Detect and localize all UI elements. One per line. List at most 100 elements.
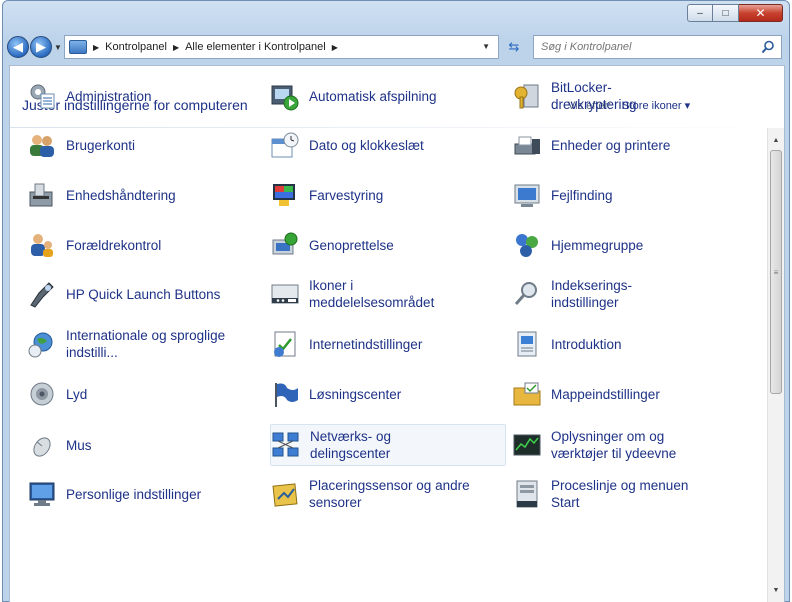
item-label: Enheder og printere <box>551 137 671 153</box>
control-panel-item-getting-started[interactable]: Introduktion <box>512 323 757 365</box>
breadcrumb-kontrolpanel[interactable]: Kontrolpanel <box>105 41 167 53</box>
control-panel-item-action-center[interactable]: Løsningscenter <box>270 373 506 415</box>
control-panel-item-color-management[interactable]: Farvestyring <box>270 174 506 216</box>
location-sensors-icon <box>270 479 300 509</box>
title-bar[interactable]: – □ ✕ <box>3 1 789 31</box>
control-panel-item-parental-controls[interactable]: Forældrekontrol <box>27 224 263 266</box>
devices-printers-icon <box>512 130 542 160</box>
control-panel-item-internet-options[interactable]: Internetindstillinger <box>270 323 506 365</box>
color-management-icon <box>270 180 300 210</box>
minimize-button[interactable]: – <box>687 4 713 22</box>
performance-tools-icon <box>512 430 542 460</box>
item-label: Introduktion <box>551 336 622 352</box>
item-label: Proceslinje og menuen Start <box>551 478 689 510</box>
region-language-icon <box>27 329 57 359</box>
maximize-button[interactable]: □ <box>713 4 739 22</box>
bitlocker-icon <box>512 81 542 111</box>
item-label: Internetindstillinger <box>309 336 423 352</box>
control-panel-icon <box>69 40 87 54</box>
navigation-bar: ◀ ▶ ▼ ▶ Kontrolpanel ▶ Alle elementer i … <box>3 33 789 61</box>
control-panel-item-taskbar-start[interactable]: Proceslinje og menuen Start <box>512 473 757 515</box>
control-panel-item-personalization[interactable]: Personlige indstillinger <box>27 473 263 515</box>
item-label: Indekserings- indstillinger <box>551 278 633 310</box>
address-bar[interactable]: ▶ Kontrolpanel ▶ Alle elementer i Kontro… <box>64 35 499 59</box>
breadcrumb-alle-elementer[interactable]: Alle elementer i Kontrolpanel <box>185 41 326 53</box>
control-panel-item-devices-printers[interactable]: Enheder og printere <box>512 124 757 166</box>
getting-started-icon <box>512 329 542 359</box>
item-label: HP Quick Launch Buttons <box>66 286 221 302</box>
control-panel-item-indexing-options[interactable]: Indekserings- indstillinger <box>512 273 757 315</box>
notification-icons-icon <box>270 279 300 309</box>
scroll-down-arrow-icon[interactable]: ▼ <box>768 582 784 599</box>
recovery-icon <box>270 230 300 260</box>
mouse-icon <box>27 430 57 460</box>
item-label: Hjemmegruppe <box>551 237 644 253</box>
item-label: Ikoner i meddelelsesområdet <box>309 278 435 310</box>
control-panel-item-device-manager[interactable]: Enhedshåndtering <box>27 174 263 216</box>
personalization-icon <box>27 479 57 509</box>
chevron-right-icon[interactable]: ▶ <box>332 43 338 52</box>
action-center-icon <box>270 379 300 409</box>
control-panel-item-sound[interactable]: Lyd <box>27 373 263 415</box>
network-sharing-icon <box>271 430 301 460</box>
item-label: Netværks- og delingscenter <box>310 429 392 461</box>
autoplay-icon <box>270 81 300 111</box>
sound-icon <box>27 379 57 409</box>
control-panel-item-network-sharing[interactable]: Netværks- og delingscenter <box>270 424 506 466</box>
control-panel-item-region-language[interactable]: Internationale og sproglige indstilli... <box>27 323 263 365</box>
scroll-thumb[interactable]: ≡ <box>770 150 782 394</box>
chevron-right-icon[interactable]: ▶ <box>93 43 99 52</box>
recent-pages-dropdown[interactable]: ▼ <box>54 43 62 52</box>
item-label: Administration <box>66 88 152 104</box>
control-panel-item-bitlocker[interactable]: BitLocker- drevkryptering <box>512 75 757 117</box>
item-label: Farvestyring <box>309 187 384 203</box>
control-panel-item-performance-tools[interactable]: Oplysninger om og værktøjer til ydeevne <box>512 424 757 466</box>
indexing-options-icon <box>512 279 542 309</box>
control-panel-item-troubleshooting[interactable]: Fejlfinding <box>512 174 757 216</box>
vertical-scrollbar[interactable]: ▲ ≡ ▼ <box>767 128 784 602</box>
item-label: Mus <box>66 437 92 453</box>
item-label: BitLocker- drevkryptering <box>551 80 637 112</box>
item-label: Genoprettelse <box>309 237 394 253</box>
taskbar-start-icon <box>512 479 542 509</box>
back-arrow-icon[interactable]: ◀ <box>7 36 29 58</box>
search-icon[interactable] <box>761 40 775 54</box>
control-panel-window: – □ ✕ ◀ ▶ ▼ ▶ Kontrolpanel ▶ Alle elemen… <box>2 0 790 602</box>
search-input[interactable] <box>534 41 749 53</box>
item-label: Mappeindstillinger <box>551 386 660 402</box>
control-panel-item-date-time[interactable]: Dato og klokkeslæt <box>270 124 506 166</box>
control-panel-item-notification-icons[interactable]: Ikoner i meddelelsesområdet <box>270 273 506 315</box>
control-panel-item-mouse[interactable]: Mus <box>27 424 263 466</box>
item-label: Dato og klokkeslæt <box>309 137 424 153</box>
folder-options-icon <box>512 379 542 409</box>
troubleshooting-icon <box>512 180 542 210</box>
internet-options-icon <box>270 329 300 359</box>
refresh-icon[interactable]: ⇆ <box>503 37 525 57</box>
parental-controls-icon <box>27 230 57 260</box>
control-panel-item-hp-quick-launch[interactable]: HP Quick Launch Buttons <box>27 273 263 315</box>
item-label: Enhedshåndtering <box>66 187 176 203</box>
control-panel-item-autoplay[interactable]: Automatisk afspilning <box>270 75 506 117</box>
user-accounts-icon <box>27 130 57 160</box>
control-panel-item-recovery[interactable]: Genoprettelse <box>270 224 506 266</box>
scroll-up-arrow-icon[interactable]: ▲ <box>768 132 784 149</box>
date-time-icon <box>270 130 300 160</box>
homegroup-icon <box>512 230 542 260</box>
forward-arrow-icon[interactable]: ▶ <box>30 36 52 58</box>
item-label: Løsningscenter <box>309 386 402 402</box>
close-button[interactable]: ✕ <box>739 4 783 22</box>
hp-quick-launch-icon <box>27 279 57 309</box>
control-panel-item-folder-options[interactable]: Mappeindstillinger <box>512 373 757 415</box>
control-panel-item-user-accounts[interactable]: Brugerkonti <box>27 124 263 166</box>
control-panel-item-homegroup[interactable]: Hjemmegruppe <box>512 224 757 266</box>
control-panel-item-administration[interactable]: Administration <box>27 75 263 117</box>
item-label: Internationale og sproglige indstilli... <box>66 328 226 360</box>
item-label: Placeringssensor og andre sensorer <box>309 478 470 510</box>
address-dropdown-icon[interactable]: ▼ <box>482 42 490 51</box>
item-label: Brugerkonti <box>66 137 136 153</box>
search-box[interactable] <box>533 35 782 59</box>
chevron-right-icon[interactable]: ▶ <box>173 43 179 52</box>
control-panel-item-location-sensors[interactable]: Placeringssensor og andre sensorer <box>270 473 506 515</box>
item-label: Personlige indstillinger <box>66 486 202 502</box>
item-label: Fejlfinding <box>551 187 613 203</box>
